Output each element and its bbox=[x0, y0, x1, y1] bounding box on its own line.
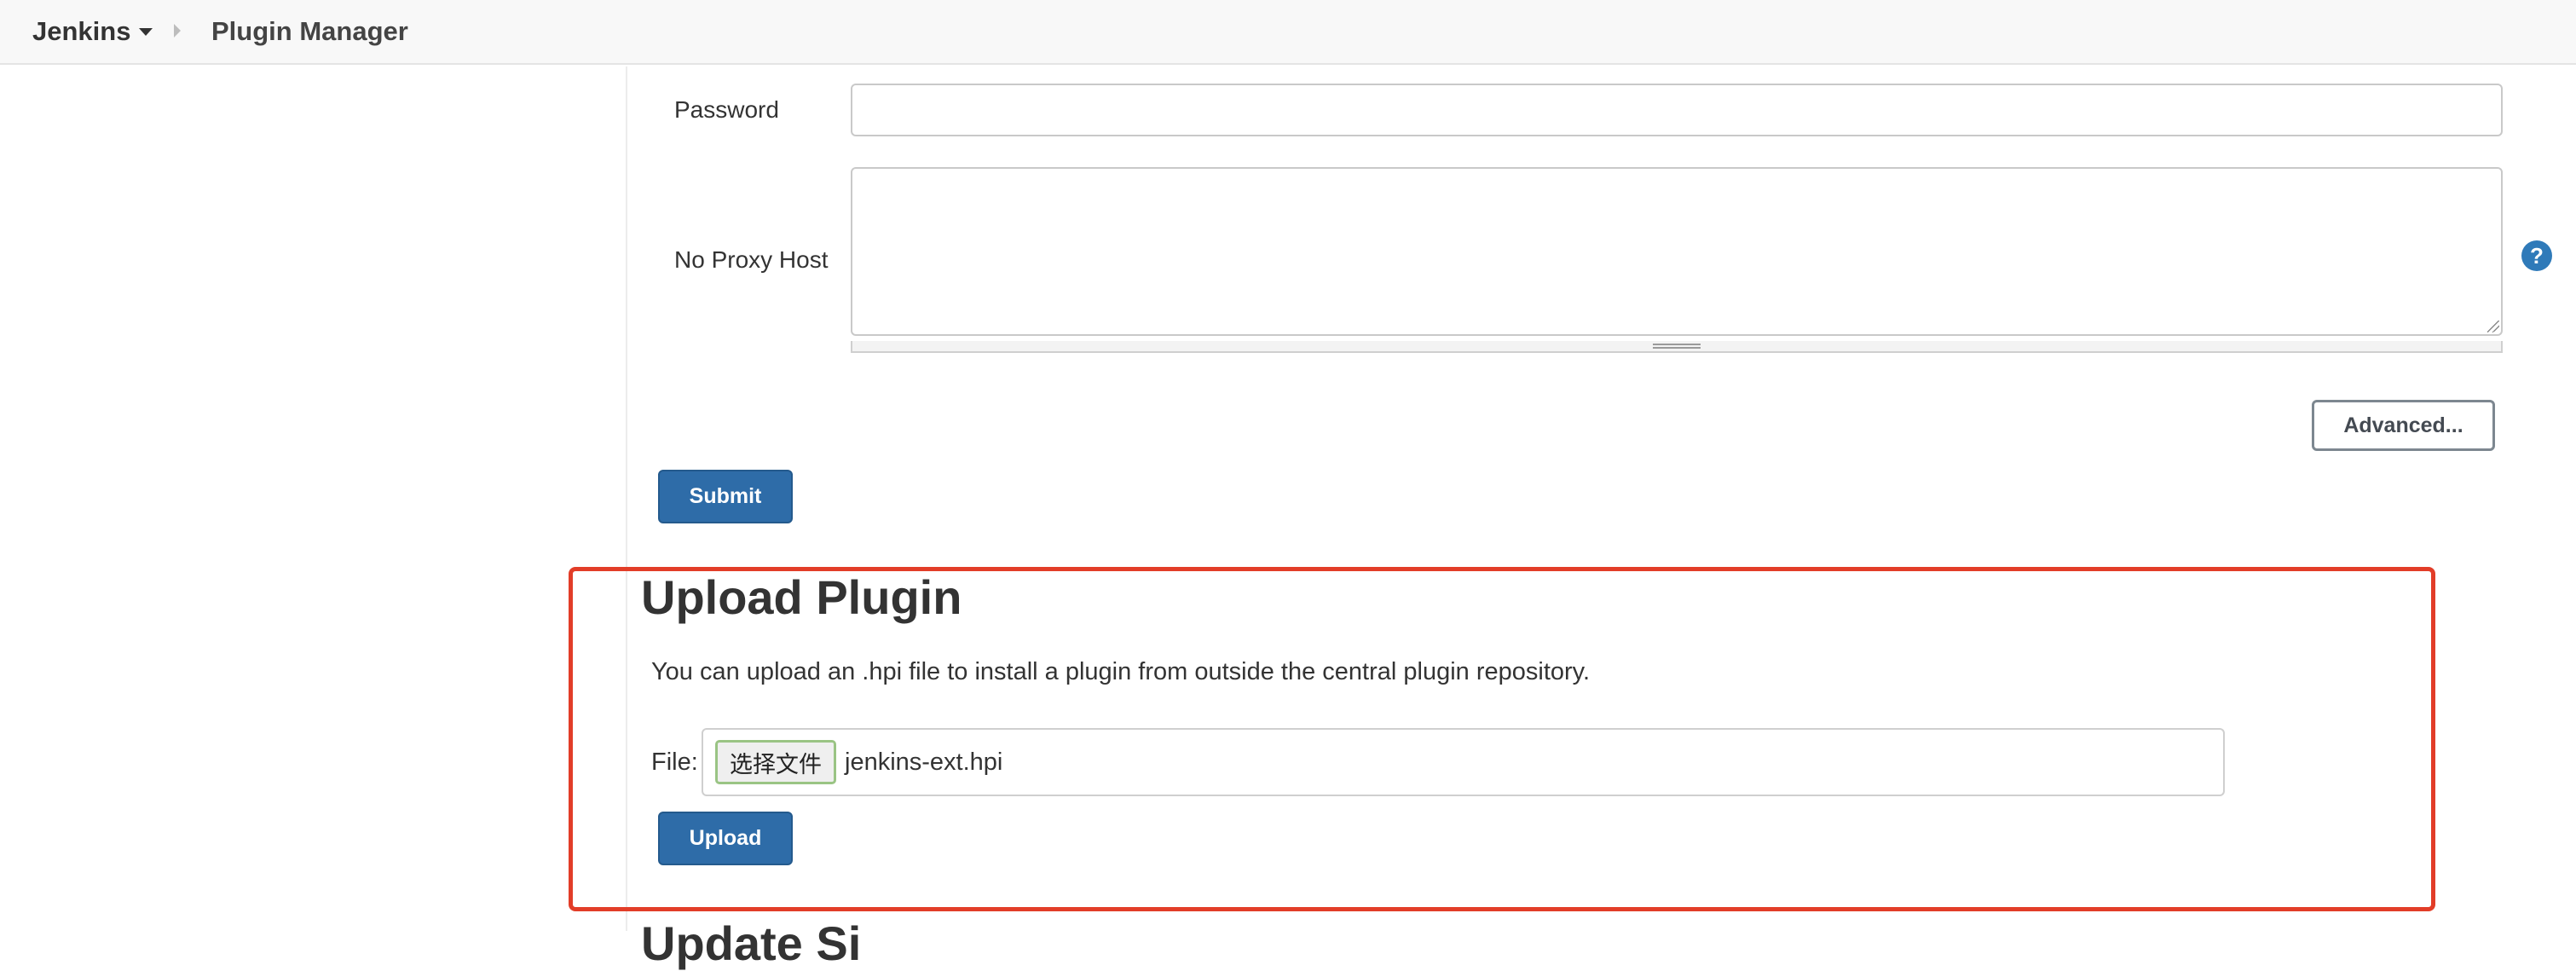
breadcrumb-jenkins-label: Jenkins bbox=[32, 16, 131, 46]
upload-plugin-title: Upload Plugin bbox=[641, 570, 962, 624]
caret-down-icon[interactable] bbox=[139, 27, 153, 36]
breadcrumb-plugin-manager-label: Plugin Manager bbox=[211, 16, 408, 46]
password-field[interactable] bbox=[851, 84, 2503, 136]
resize-grip-icon[interactable] bbox=[2487, 321, 2499, 332]
no-proxy-host-label: No Proxy Host bbox=[674, 246, 829, 273]
chevron-right-icon bbox=[174, 24, 181, 38]
password-label: Password bbox=[674, 96, 779, 123]
no-proxy-host-textarea[interactable] bbox=[851, 167, 2503, 336]
grip-lines-icon bbox=[1653, 344, 1701, 349]
textarea-resize-handle[interactable] bbox=[851, 341, 2503, 353]
file-input[interactable]: 选择文件 jenkins-ext.hpi bbox=[702, 728, 2225, 796]
advanced-button[interactable]: Advanced... bbox=[2312, 400, 2495, 451]
help-icon[interactable]: ? bbox=[2521, 240, 2552, 271]
breadcrumb-plugin-manager-link[interactable]: Plugin Manager bbox=[211, 0, 408, 63]
upload-button[interactable]: Upload bbox=[658, 812, 793, 865]
breadcrumb-jenkins-link[interactable]: Jenkins bbox=[32, 0, 153, 63]
upload-plugin-description: You can upload an .hpi file to install a… bbox=[651, 658, 1591, 685]
no-proxy-host-wrapper bbox=[851, 167, 2503, 336]
update-site-title: Update Si bbox=[641, 916, 862, 970]
selected-file-name: jenkins-ext.hpi bbox=[845, 748, 1003, 776]
choose-file-button[interactable]: 选择文件 bbox=[715, 740, 836, 784]
breadcrumb: Jenkins Plugin Manager bbox=[0, 0, 2576, 65]
file-label: File: bbox=[651, 748, 698, 776]
submit-button[interactable]: Submit bbox=[658, 470, 793, 523]
